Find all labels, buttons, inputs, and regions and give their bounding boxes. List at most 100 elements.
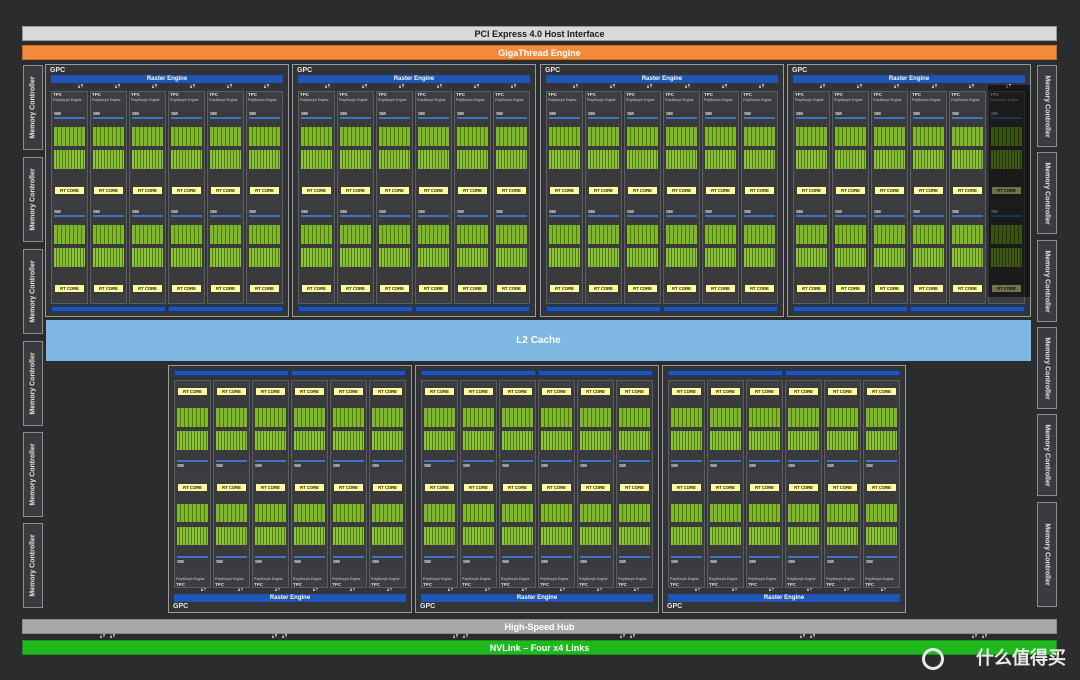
cuda-core-array <box>666 247 697 268</box>
rt-core: RT CORE <box>458 285 487 293</box>
sm-register-strip <box>294 460 325 463</box>
sm-block: SM RT CORE <box>873 111 906 197</box>
cuda-core-array <box>333 430 364 450</box>
sm-register-strip <box>744 215 775 218</box>
l1-cache-segment <box>174 370 289 376</box>
sm-block: SM RT CORE <box>209 209 242 295</box>
memory-controller: Memory Controller <box>23 249 43 334</box>
sm-register-strip <box>177 460 208 463</box>
cuda-core-array <box>372 408 403 427</box>
sm-block: SM RT CORE <box>826 482 859 567</box>
sm-register-strip <box>216 460 247 463</box>
hub-link-arrows-icon <box>100 634 106 640</box>
cuda-core-array <box>788 503 819 523</box>
gpc-block: GPC Raster Engine TPC PolyMorph Engine SM RT … <box>540 64 784 317</box>
transfer-arrows-icon <box>511 84 517 90</box>
sm-block: SM RT CORE <box>53 111 86 197</box>
gpc-block: GPC Raster Engine TPC PolyMorph Engine SM RT … <box>415 365 659 613</box>
rt-core: RT CORE <box>373 483 402 491</box>
rt-core: RT CORE <box>419 285 448 293</box>
sm-block: SM RT CORE <box>670 387 703 471</box>
sm-block: SM RT CORE <box>834 209 867 295</box>
rt-core: RT CORE <box>295 388 324 396</box>
cuda-core-array <box>913 224 944 244</box>
sm-label: SM <box>463 463 470 469</box>
memory-controller: Memory Controller <box>23 65 43 150</box>
sm-block: SM RT CORE <box>462 482 495 567</box>
sm-label: SM <box>502 559 509 565</box>
sm-register-strip <box>588 117 619 120</box>
transfer-arrows-icon <box>647 84 653 90</box>
tpc-block: TPCPolyMorph Engine SM RT CORE SM RT CORE <box>546 91 583 304</box>
sm-block: SM RT CORE <box>209 111 242 197</box>
sm-block: SM RT CORE <box>912 111 945 197</box>
rt-core: RT CORE <box>542 483 571 491</box>
rt-core: RT CORE <box>581 483 610 491</box>
cuda-core-array <box>496 224 527 244</box>
cuda-core-array <box>93 149 124 170</box>
polymorph-engine-label: PolyMorph Engine <box>540 577 569 581</box>
tpc-block: TPCPolyMorph Engine SM RT CORE SM RT CORE <box>252 380 289 588</box>
tpc-block: TPCPolyMorph Engine SM RT CORE SM RT CORE <box>668 380 705 588</box>
polymorph-engine-label: PolyMorph Engine <box>92 98 121 102</box>
cuda-core-array <box>705 224 736 244</box>
rt-core: RT CORE <box>867 388 896 396</box>
cuda-core-array <box>619 408 650 427</box>
polymorph-engine-label: PolyMorph Engine <box>912 98 941 102</box>
tpc-block: TPCPolyMorph Engine SM RT CORE SM RT CORE <box>493 91 530 304</box>
l1-cache-segment <box>421 370 536 376</box>
gpc-label: GPC <box>50 67 66 74</box>
cuda-core-array <box>54 224 85 244</box>
raster-engine: Raster Engine <box>793 75 1025 83</box>
sm-label: SM <box>705 209 712 215</box>
tpc-block: TPCPolyMorph Engine SM RT CORE SM RT CORE <box>949 91 986 304</box>
polymorph-engine-label: PolyMorph Engine <box>254 577 283 581</box>
gpc-memory-strip <box>668 370 900 376</box>
sm-block: SM RT CORE <box>743 209 776 295</box>
sm-label: SM <box>379 111 386 117</box>
sm-label: SM <box>952 209 959 215</box>
sm-register-strip <box>502 460 533 463</box>
hub-link-arrows-icon <box>630 634 636 640</box>
cuda-core-array <box>671 526 702 546</box>
sm-label: SM <box>827 559 834 565</box>
tpc-block: TPCPolyMorph Engine SM RT CORE SM RT CORE <box>746 380 783 588</box>
cuda-core-array <box>379 247 410 268</box>
cuda-core-array <box>666 224 697 244</box>
polymorph-engine-label: PolyMorph Engine <box>709 577 738 581</box>
sm-register-strip <box>913 117 944 120</box>
memory-controller-label: Memory Controller <box>1043 74 1051 138</box>
rt-core: RT CORE <box>867 483 896 491</box>
sm-label: SM <box>93 209 100 215</box>
gpc-memory-strip <box>546 306 778 312</box>
sm-register-strip <box>952 215 983 218</box>
sm-register-strip <box>210 215 241 218</box>
rt-core: RT CORE <box>797 285 826 293</box>
polymorph-engine-label: PolyMorph Engine <box>579 577 608 581</box>
raster-engine: Raster Engine <box>421 594 653 602</box>
rt-core: RT CORE <box>302 285 331 293</box>
tpc-block: TPCPolyMorph Engine SM RT CORE SM RT CORE <box>538 380 575 588</box>
polymorph-engine-label: PolyMorph Engine <box>618 577 647 581</box>
tpc-label: TPC <box>423 582 432 587</box>
hub-link-arrows-icon <box>800 634 806 640</box>
sm-label: SM <box>827 463 834 469</box>
sm-label: SM <box>457 111 464 117</box>
sm-label: SM <box>340 209 347 215</box>
sm-block: SM RT CORE <box>501 482 534 567</box>
sm-block: SM RT CORE <box>826 387 859 471</box>
polymorph-engine-label: PolyMorph Engine <box>131 98 160 102</box>
rt-core: RT CORE <box>589 285 618 293</box>
cuda-core-array <box>827 503 858 523</box>
sm-label: SM <box>249 209 256 215</box>
cuda-core-array <box>744 247 775 268</box>
sm-label: SM <box>301 209 308 215</box>
sm-block: SM RT CORE <box>748 482 781 567</box>
cuda-core-array <box>671 430 702 450</box>
rt-core: RT CORE <box>667 187 696 195</box>
polymorph-engine-label: PolyMorph Engine <box>215 577 244 581</box>
l2-cache: L2 Cache <box>46 320 1031 361</box>
polymorph-engine-label: PolyMorph Engine <box>417 98 446 102</box>
cuda-core-array <box>177 503 208 523</box>
tpc-block: TPCPolyMorph Engine SM RT CORE SM RT CORE <box>585 91 622 304</box>
